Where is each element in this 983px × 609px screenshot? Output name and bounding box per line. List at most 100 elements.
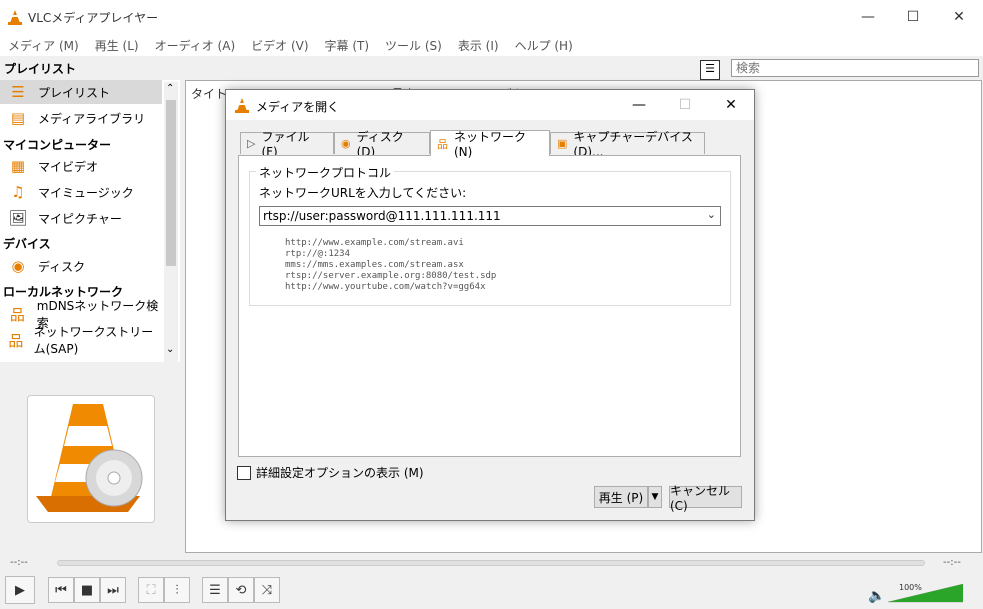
dialog-title-bar: メディアを開く — ☐ ✕ — [226, 90, 754, 120]
vlc-cone-icon — [8, 10, 22, 25]
play-dropdown-button[interactable]: ▼ — [648, 486, 662, 508]
group-title: ネットワークプロトコル — [256, 164, 395, 181]
dialog-close-button[interactable]: ✕ — [708, 90, 754, 120]
menu-video[interactable]: ビデオ (V) — [243, 37, 316, 54]
extended-settings-button[interactable]: ⫶ — [164, 577, 190, 603]
tab-network[interactable]: 品 ネットワーク (N) — [430, 130, 550, 159]
scroll-down-icon[interactable]: ⌄ — [166, 344, 174, 355]
sidebar-item-my-video[interactable]: ▦ マイビデオ — [0, 154, 162, 178]
previous-button[interactable]: ⏮ — [48, 577, 74, 603]
play-icon: ▶ — [15, 582, 25, 598]
network-icon: 品 — [437, 137, 448, 151]
playlist-view-toggle-icon[interactable]: ☰ — [700, 60, 720, 80]
tab-label: ネットワーク (N) — [454, 130, 527, 159]
cancel-button-label: キャンセル (C) — [670, 483, 731, 513]
file-icon: ▷ — [247, 137, 256, 150]
fullscreen-icon: ⛶ — [146, 582, 156, 598]
dialog-minimize-button[interactable]: — — [616, 90, 662, 120]
url-example: rtsp://server.example.org:8080/test.sdp — [285, 271, 497, 281]
vlc-cone-disc-icon — [36, 404, 143, 512]
url-example: mms://mms.examples.com/stream.asx — [285, 260, 464, 270]
scroll-up-icon[interactable]: ⌃ — [166, 83, 174, 94]
disc-icon: ◉ — [341, 137, 351, 150]
album-art — [27, 395, 155, 523]
tab-disc[interactable]: ◉ ディスク (D) — [334, 130, 430, 159]
url-example: rtp://@:1234 — [285, 249, 351, 259]
sidebar-item-disc[interactable]: ◉ ディスク — [0, 254, 162, 278]
sidebar-item-label: マイピクチャー — [38, 211, 122, 226]
capture-device-icon: ▣ — [557, 137, 568, 150]
close-button[interactable]: ✕ — [936, 0, 982, 34]
minimize-button[interactable]: — — [845, 0, 891, 34]
window-title: VLCメディアプレイヤー — [28, 11, 159, 25]
menu-playback[interactable]: 再生 (L) — [87, 37, 147, 54]
chevron-down-icon[interactable]: ⌄ — [707, 208, 716, 221]
stop-icon: ■ — [80, 582, 94, 598]
sidebar-item-sap[interactable]: 品 ネットワークストリーム(SAP) — [0, 325, 162, 356]
cancel-button[interactable]: キャンセル (C) — [669, 484, 742, 513]
menu-subtitle[interactable]: 字幕 (T) — [317, 37, 378, 54]
menu-audio[interactable]: オーディオ (A) — [147, 37, 244, 54]
tab-file[interactable]: ▷ ファイル (F) — [240, 130, 334, 159]
sidebar-item-label: マイミュージック — [38, 185, 134, 200]
advanced-options-checkbox[interactable] — [237, 466, 251, 480]
menu-media[interactable]: メディア (M) — [0, 37, 87, 54]
elapsed-time: --:-- — [10, 557, 28, 568]
speaker-icon[interactable]: 🔈 — [868, 588, 885, 604]
maximize-button[interactable]: ☐ — [890, 0, 936, 34]
volume-percent: 100% — [899, 583, 922, 592]
stop-button[interactable]: ■ — [74, 577, 100, 603]
tab-capture-device[interactable]: ▣ キャプチャーデバイス(D)... — [550, 130, 705, 159]
advanced-options-label[interactable]: 詳細設定オプションの表示 (M) — [256, 464, 424, 481]
film-icon: ▦ — [10, 157, 26, 175]
network-url-input[interactable]: rtsp://user:password@111.111.111.111 ⌄ — [259, 206, 721, 226]
url-example: http://www.yourtube.com/watch?v=gg64x — [285, 282, 486, 292]
disc-icon: ◉ — [11, 257, 25, 275]
open-media-dialog: メディアを開く — ☐ ✕ ▷ ファイル (F) ◉ ディスク (D) 品 ネッ… — [225, 89, 755, 521]
sidebar-item-label: ディスク — [38, 259, 86, 274]
sidebar-item-media-library[interactable]: ▤ メディアライブラリ — [0, 106, 162, 130]
dialog-title: メディアを開く — [256, 100, 340, 114]
url-example: http://www.example.com/stream.avi — [285, 238, 464, 248]
category-my-computer: マイコンピューター — [3, 138, 112, 152]
sidebar-item-my-pictures[interactable]: 🖼 マイピクチャー — [0, 206, 162, 230]
equalizer-icon: ⫶ — [175, 582, 179, 598]
loop-icon: ⟲ — [235, 582, 247, 598]
play-button-label: 再生 (P) — [598, 490, 644, 505]
loop-button[interactable]: ⟲ — [228, 577, 254, 603]
music-note-icon: ♫ — [11, 183, 25, 201]
skip-forward-icon: ⏭ — [107, 582, 119, 598]
caret-down-icon: ▼ — [651, 492, 659, 502]
playlist-button[interactable]: ☰ — [202, 577, 228, 603]
playlist-icon: ☰ — [209, 582, 221, 598]
sidebar-item-playlist[interactable]: ☰ プレイリスト — [0, 80, 162, 104]
sidebar-item-my-music[interactable]: ♫ マイミュージック — [0, 180, 162, 204]
url-label: ネットワークURLを入力してください: — [259, 186, 467, 200]
sidebar-item-label: マイビデオ — [38, 159, 99, 174]
menu-help[interactable]: ヘルプ (H) — [507, 37, 581, 54]
dialog-maximize-button[interactable]: ☐ — [662, 90, 708, 120]
menu-bar: メディア (M) 再生 (L) オーディオ (A) ビデオ (V) 字幕 (T)… — [0, 34, 983, 56]
playlist-icon: ☰ — [11, 83, 25, 101]
total-time: --:-- — [943, 557, 961, 568]
network-tab-panel: ネットワークプロトコル ネットワークURLを入力してください: rtsp://u… — [238, 155, 741, 457]
shuffle-button[interactable]: ⤨ — [254, 577, 280, 603]
search-input[interactable] — [731, 59, 979, 77]
category-devices: デバイス — [3, 237, 51, 251]
shuffle-icon: ⤨ — [261, 582, 273, 598]
next-button[interactable]: ⏭ — [100, 577, 126, 603]
title-bar: VLCメディアプレイヤー — ☐ ✕ — [0, 0, 983, 34]
sidebar-item-label: プレイリスト — [38, 85, 111, 100]
menu-view[interactable]: 表示 (I) — [450, 37, 507, 54]
play-button[interactable]: 再生 (P) — [594, 486, 648, 508]
fullscreen-button[interactable]: ⛶ — [138, 577, 164, 603]
sidebar-scrollbar-thumb[interactable] — [166, 100, 176, 266]
network-icon: 品 — [8, 331, 24, 350]
url-value: rtsp://user:password@111.111.111.111 — [263, 209, 501, 223]
media-library-icon: ▤ — [10, 109, 26, 127]
playlist-heading: プレイリスト — [4, 62, 77, 76]
menu-tools[interactable]: ツール (S) — [377, 37, 450, 54]
sidebar-item-label: ネットワークストリーム(SAP) — [33, 325, 154, 356]
play-pause-button[interactable]: ▶ — [5, 576, 35, 604]
seek-bar[interactable] — [57, 560, 925, 566]
